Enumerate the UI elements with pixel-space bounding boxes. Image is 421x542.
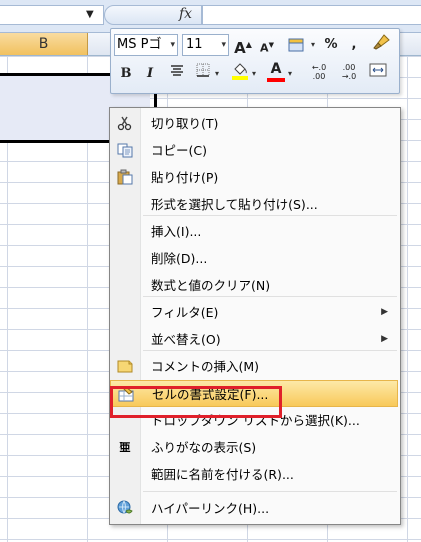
shrink-font-button[interactable]: A▼ — [258, 34, 276, 56]
hyperlink-icon — [116, 500, 134, 518]
chevron-down-icon[interactable]: ▾ — [252, 69, 256, 78]
paste-icon — [116, 169, 134, 187]
menu-item-delete[interactable]: 削除(D)... — [110, 245, 398, 272]
chevron-down-icon[interactable]: ▾ — [215, 69, 219, 78]
chevron-down-icon[interactable]: ▼ — [86, 9, 94, 20]
annotation-highlight-box — [110, 386, 282, 418]
scissors-icon — [116, 115, 134, 133]
fill-bucket-icon — [232, 63, 248, 80]
bold-button[interactable]: B — [117, 63, 135, 85]
menu-item-insert-comment[interactable]: コメントの挿入(M) — [110, 353, 398, 380]
formula-input[interactable] — [202, 5, 421, 25]
mini-toolbar: MS Pゴ ▾ 11 ▾ A▲ A▼ ▾ % , B I ▾ ▾ A ▾ ←.0… — [110, 28, 400, 94]
furigana-icon: ｱ亜 — [119, 441, 131, 454]
chevron-down-icon[interactable]: ▾ — [221, 35, 226, 55]
menu-item-label: フィルタ(E) — [151, 305, 219, 320]
menu-item-copy[interactable]: コピー(C) — [110, 137, 398, 164]
menu-item-label: コピー(C) — [151, 143, 207, 158]
fx-icon: fx — [179, 6, 193, 22]
name-box[interactable]: ▼ — [0, 5, 104, 25]
format-painter-button[interactable] — [369, 34, 393, 56]
copy-icon — [116, 142, 134, 160]
menu-item-label: ふりがなの表示(S) — [151, 440, 257, 455]
submenu-arrow-icon: ▶ — [381, 307, 388, 317]
menu-item-label: コメントの挿入(M) — [151, 359, 260, 374]
grow-font-icon: A — [234, 39, 246, 57]
increase-decimal-button[interactable]: ←.0 .00 — [307, 63, 331, 85]
chevron-down-icon[interactable]: ▾ — [170, 35, 175, 55]
menu-item-filter[interactable]: フィルタ(E) ▶ — [110, 299, 398, 326]
font-name-box[interactable]: MS Pゴ ▾ — [114, 34, 178, 56]
menu-item-label: 貼り付け(P) — [151, 170, 219, 185]
menu-item-label: 数式と値のクリア(N) — [151, 278, 271, 293]
menu-item-cut[interactable]: 切り取り(T) — [110, 110, 398, 137]
menu-item-label: 形式を選択して貼り付け(S)... — [151, 197, 318, 212]
menu-separator — [143, 350, 397, 351]
menu-item-label: 削除(D)... — [151, 251, 208, 266]
borders-button[interactable] — [193, 63, 213, 85]
menu-item-label: ハイパーリンク(H)... — [151, 501, 270, 516]
format-painter-dropdown[interactable] — [283, 34, 309, 56]
menu-item-name-range[interactable]: 範囲に名前を付ける(R)... — [110, 461, 398, 488]
menu-item-insert[interactable]: 挿入(I)... — [110, 218, 398, 245]
merge-center-button[interactable] — [367, 63, 389, 85]
center-align-button[interactable] — [167, 63, 187, 85]
menu-separator — [143, 296, 397, 297]
menu-separator — [143, 215, 397, 216]
menu-item-label: 切り取り(T) — [151, 116, 219, 131]
cell-style-icon — [288, 38, 304, 51]
menu-item-label: 並べ替え(O) — [151, 332, 221, 347]
font-name-value: MS Pゴ — [117, 37, 162, 52]
chevron-down-icon[interactable]: ▾ — [311, 40, 315, 49]
menu-item-clear-contents[interactable]: 数式と値のクリア(N) — [110, 272, 398, 299]
italic-button[interactable]: I — [141, 63, 159, 85]
column-header-b[interactable]: B — [0, 33, 88, 55]
menu-separator — [143, 491, 397, 492]
menu-item-label: 挿入(I)... — [151, 224, 202, 239]
insert-function-button[interactable]: fx — [104, 5, 202, 25]
align-center-icon — [171, 65, 183, 76]
menu-item-paste-special[interactable]: 形式を選択して貼り付け(S)... — [110, 191, 398, 218]
percent-style-button[interactable]: % — [321, 34, 341, 56]
menu-item-label: 範囲に名前を付ける(R)... — [151, 467, 294, 482]
submenu-arrow-icon: ▶ — [381, 334, 388, 344]
font-color-letter: A — [270, 61, 282, 77]
menu-item-hyperlink[interactable]: ハイパーリンク(H)... — [110, 495, 398, 522]
menu-item-paste[interactable]: 貼り付け(P) — [110, 164, 398, 191]
shrink-font-icon: A — [260, 41, 269, 55]
font-color-swatch — [267, 78, 285, 82]
font-color-button[interactable]: A — [265, 61, 287, 83]
decrease-decimal-button[interactable]: .00 →.0 — [337, 63, 361, 85]
comment-icon — [116, 358, 134, 376]
fill-color-button[interactable] — [229, 61, 251, 83]
merge-center-icon — [369, 63, 387, 77]
grow-font-button[interactable]: A▲ — [233, 34, 253, 57]
font-size-box[interactable]: 11 ▾ — [182, 34, 229, 56]
menu-item-show-furigana[interactable]: ｱ亜 ふりがなの表示(S) — [110, 434, 398, 461]
font-size-value: 11 — [186, 37, 203, 52]
chevron-down-icon[interactable]: ▾ — [288, 69, 292, 78]
borders-icon — [196, 63, 210, 77]
comma-style-button[interactable]: , — [347, 34, 361, 56]
paintbrush-icon — [373, 34, 390, 50]
menu-item-sort[interactable]: 並べ替え(O) ▶ — [110, 326, 398, 353]
